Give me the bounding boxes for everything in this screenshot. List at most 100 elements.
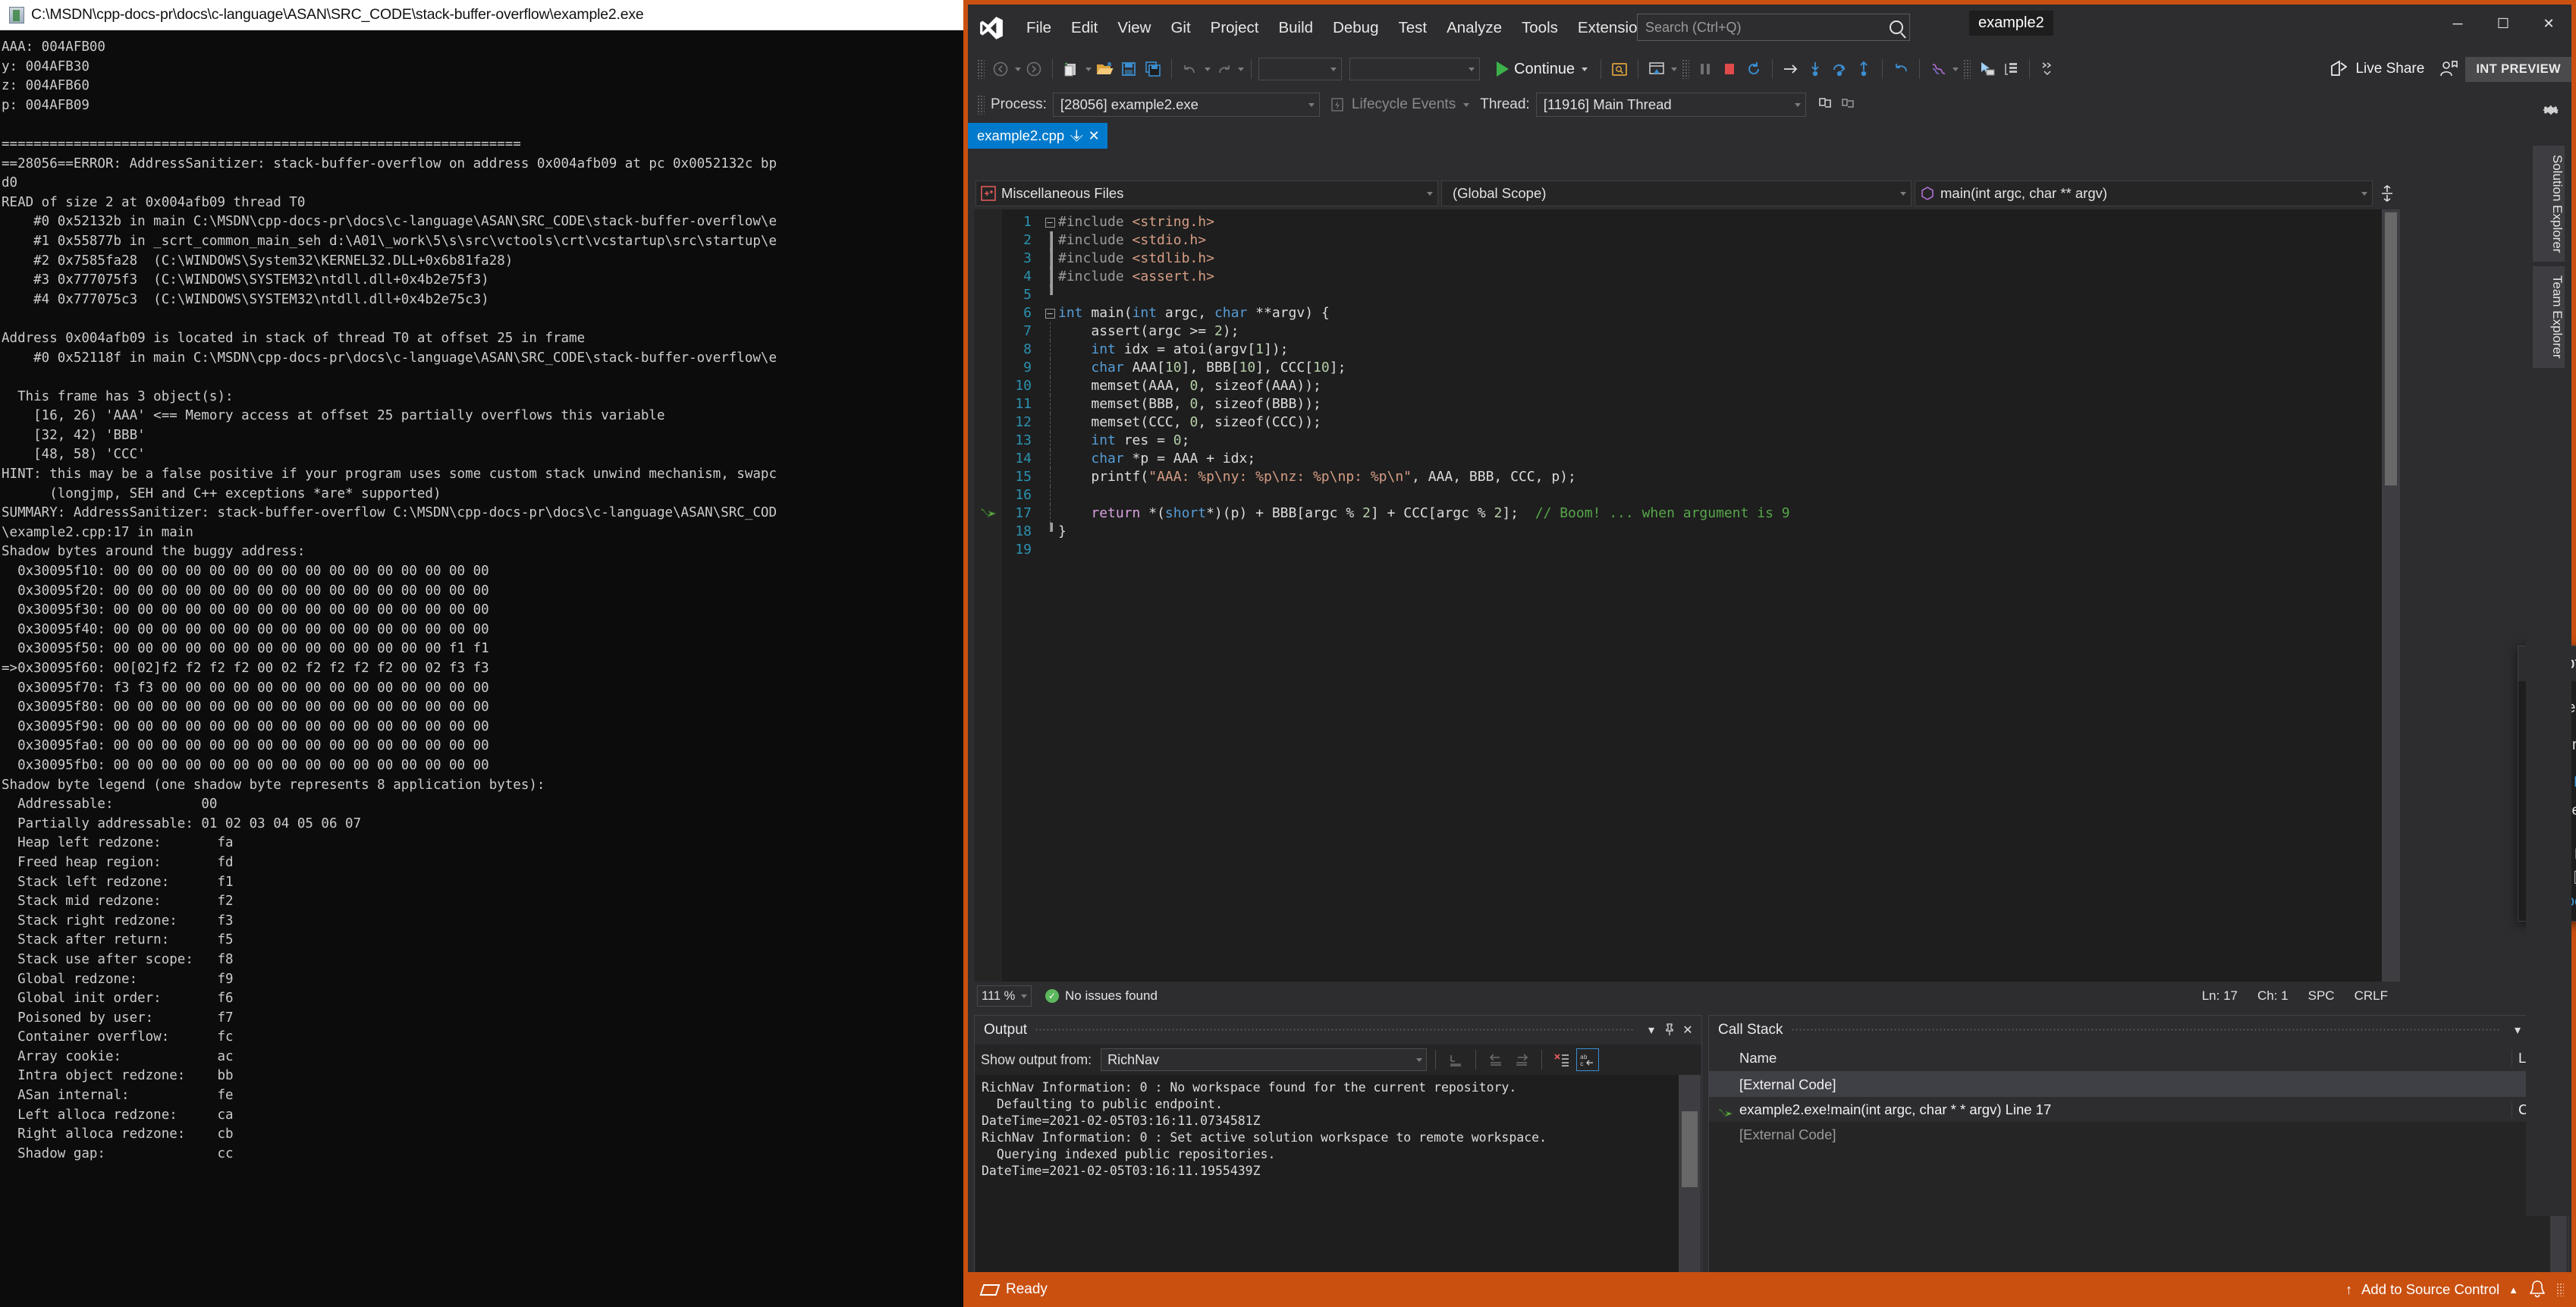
code-line[interactable]: 14 char *p = AAA + idx; xyxy=(1002,450,2382,468)
maximize-button[interactable]: ☐ xyxy=(2480,5,2526,42)
hot-reload-dropdown-icon[interactable] xyxy=(1671,67,1678,71)
show-next-statement-icon[interactable] xyxy=(1780,58,1802,80)
stop-debugging-icon[interactable] xyxy=(1718,58,1741,80)
editor-surface[interactable]: 1– #include <string.h> 2 #include <stdio.h>… xyxy=(974,209,2400,982)
find-message-icon[interactable] xyxy=(1444,1048,1467,1071)
select-pointer-icon[interactable] xyxy=(1975,58,1998,80)
threads-icon[interactable] xyxy=(1927,58,1949,80)
code-line[interactable]: 19 xyxy=(1002,541,2382,559)
menu-debug[interactable]: Debug xyxy=(1323,14,1388,42)
search-input[interactable] xyxy=(1644,18,1890,36)
account-icon[interactable] xyxy=(2433,58,2464,80)
new-file-dropdown-icon[interactable] xyxy=(1085,67,1092,71)
process-combo[interactable]: [28056] example2.exe xyxy=(1052,93,1320,117)
go-to-previous-message-icon[interactable] xyxy=(1484,1048,1507,1071)
output-pane-pin-icon[interactable] xyxy=(1660,1020,1679,1040)
hot-reload-icon[interactable] xyxy=(1645,58,1668,80)
code-line[interactable]: 1– #include <string.h> xyxy=(1002,213,2382,231)
code-line[interactable]: 6– int main(int argc, char **argv) { xyxy=(1002,304,2382,322)
step-over-icon[interactable] xyxy=(1828,58,1851,80)
issues-indicator[interactable]: ✓ No issues found xyxy=(1045,988,1158,1004)
toolbar-grip-3[interactable] xyxy=(1963,59,1971,79)
code-line[interactable]: 8 int idx = atoi(argv[1]); xyxy=(1002,341,2382,359)
platform-combo[interactable] xyxy=(1349,58,1480,80)
navbar-scope-combo[interactable]: (Global Scope) xyxy=(1441,181,1912,206)
lifecycle-dropdown-icon[interactable] xyxy=(1463,102,1470,107)
code-line[interactable]: 4 #include <assert.h> xyxy=(1002,268,2382,286)
go-to-next-message-icon[interactable] xyxy=(1510,1048,1533,1071)
notifications-bell-icon[interactable] xyxy=(2527,1280,2547,1299)
code-line[interactable]: 9 char AAA[10], BBB[10], CCC[10]; xyxy=(1002,359,2382,377)
menu-view[interactable]: View xyxy=(1107,14,1161,42)
code-line[interactable]: 5 xyxy=(1002,286,2382,304)
continue-dropdown-icon[interactable] xyxy=(1582,67,1588,71)
save-icon[interactable] xyxy=(1117,58,1140,80)
indentation-indicator[interactable]: SPC xyxy=(2308,988,2335,1004)
minimize-button[interactable]: ─ xyxy=(2435,5,2480,42)
step-out-icon[interactable] xyxy=(1852,58,1875,80)
code-line[interactable]: 3 #include <stdlib.h> xyxy=(1002,250,2382,268)
code-line[interactable]: 7 assert(argc >= 2); xyxy=(1002,322,2382,341)
menu-test[interactable]: Test xyxy=(1388,14,1437,42)
table-row[interactable]: [External Code] xyxy=(1709,1122,2568,1147)
live-visual-tree-icon[interactable] xyxy=(2000,58,2022,80)
code-line[interactable]: 17 return *(short*)(p) + BBB[argc % 2] +… xyxy=(1002,504,2382,523)
continue-button[interactable]: Continue xyxy=(1491,57,1594,81)
code-line[interactable]: 16 xyxy=(1002,486,2382,504)
code-line[interactable]: 15 printf("AAA: %p\ny: %p\nz: %p\np: %p\… xyxy=(1002,468,2382,486)
menu-build[interactable]: Build xyxy=(1268,14,1323,42)
toggle-word-wrap-icon[interactable]: ab c xyxy=(1576,1048,1600,1071)
toolbar-grip-2[interactable] xyxy=(1682,59,1690,79)
code-line[interactable]: 2 #include <stdio.h> xyxy=(1002,231,2382,250)
close-icon[interactable]: ✕ xyxy=(1089,128,1100,144)
menu-git[interactable]: Git xyxy=(1161,14,1200,42)
table-row[interactable]: [External Code] xyxy=(1709,1072,2568,1097)
table-row[interactable]: example2.exe!main(int argc, char * * arg… xyxy=(1709,1097,2568,1122)
line-ending-indicator[interactable]: CRLF xyxy=(2355,988,2388,1004)
show-flagged-threads-icon[interactable] xyxy=(1836,93,1859,116)
code-text[interactable]: 1– #include <string.h> 2 #include <stdio.h>… xyxy=(1002,209,2382,982)
menu-analyze[interactable]: Analyze xyxy=(1437,14,1512,42)
menu-project[interactable]: Project xyxy=(1201,14,1269,42)
close-button[interactable]: ✕ xyxy=(2526,5,2571,42)
status-resize-grip[interactable] xyxy=(2556,1283,2564,1296)
call-stack-menu-icon[interactable]: ▾ xyxy=(2508,1020,2527,1040)
code-line[interactable]: 18} xyxy=(1002,523,2382,541)
code-line[interactable]: 12 memset(CCC, 0, sizeof(CCC)); xyxy=(1002,413,2382,432)
add-to-source-control-button[interactable]: Add to Source Control xyxy=(2361,1281,2499,1298)
tab-example2-cpp[interactable]: example2.cpp ⇲ ✕ xyxy=(968,123,1107,149)
code-line[interactable]: 13 int res = 0; xyxy=(1002,432,2382,450)
output-pane-close-icon[interactable]: ✕ xyxy=(1679,1020,1697,1040)
configuration-combo[interactable] xyxy=(1258,58,1342,80)
scrollbar-thumb[interactable] xyxy=(2385,212,2397,485)
clear-all-icon[interactable] xyxy=(1550,1048,1573,1071)
code-line[interactable]: 10 memset(AAA, 0, sizeof(AAA)); xyxy=(1002,377,2382,395)
set-next-statement-icon[interactable] xyxy=(1890,58,1912,80)
undo-dropdown-icon[interactable] xyxy=(1205,67,1211,71)
breakpoint-margin[interactable] xyxy=(974,209,1002,982)
output-source-combo[interactable]: RichNav xyxy=(1101,1048,1428,1071)
menu-edit[interactable]: Edit xyxy=(1061,14,1107,42)
fold-indicator[interactable]: – xyxy=(1041,213,1058,231)
toolbar-overflow-icon[interactable] xyxy=(2037,58,2059,80)
debug-toolbar-grip[interactable] xyxy=(977,95,985,115)
toolbar-grip[interactable] xyxy=(977,59,985,79)
restart-icon[interactable] xyxy=(1742,58,1765,80)
step-into-icon[interactable] xyxy=(1804,58,1827,80)
open-file-icon[interactable] xyxy=(1093,58,1116,80)
editor-vertical-scrollbar[interactable] xyxy=(2382,209,2400,982)
navigate-backward-dropdown-icon[interactable] xyxy=(1015,67,1021,71)
navbar-project-combo[interactable]: Miscellaneous Files xyxy=(975,181,1438,206)
navigate-backward-icon[interactable] xyxy=(989,58,1012,80)
menu-tools[interactable]: Tools xyxy=(1512,14,1568,42)
break-all-icon[interactable] xyxy=(1694,58,1717,80)
rail-tab-team-explorer[interactable]: Team Explorer xyxy=(2533,266,2565,369)
menu-file[interactable]: File xyxy=(1016,14,1061,42)
pin-icon[interactable]: ⇲ xyxy=(1067,127,1085,145)
rail-tab-solution-explorer[interactable]: Solution Explorer xyxy=(2533,146,2565,262)
zoom-level-combo[interactable]: 111 % xyxy=(977,985,1032,1007)
call-stack-dragbar[interactable] xyxy=(1790,1028,2501,1032)
output-scrollbar-thumb[interactable] xyxy=(1682,1111,1698,1187)
redo-icon[interactable] xyxy=(1212,58,1235,80)
new-file-icon[interactable] xyxy=(1060,58,1082,80)
